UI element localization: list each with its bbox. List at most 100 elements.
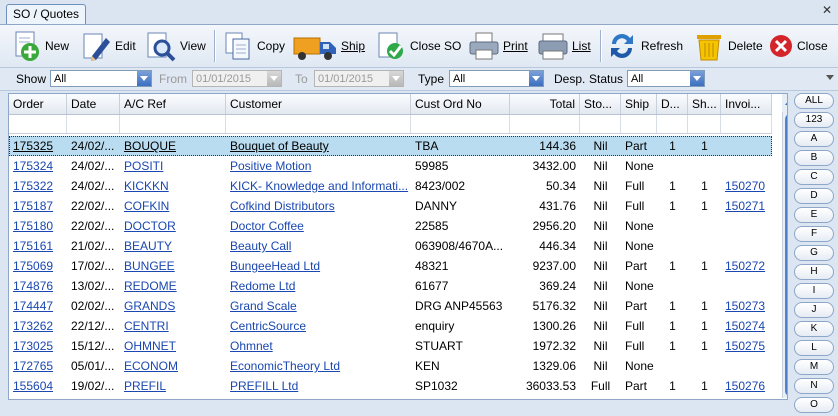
cell-order[interactable]: 175187 — [9, 196, 67, 216]
link-customer[interactable]: Cofkind Distributors — [230, 199, 335, 213]
column-header-total[interactable]: Total — [510, 94, 580, 114]
filter-cell-ship[interactable] — [621, 115, 657, 133]
link-invoice[interactable]: 150274 — [725, 319, 765, 333]
cell-order[interactable]: 172765 — [9, 356, 67, 376]
cell-ac-ref[interactable]: COFKIN — [120, 196, 226, 216]
cell-customer[interactable]: Cofkind Distributors — [226, 196, 411, 216]
column-header-order[interactable]: Order — [9, 94, 67, 114]
filter-cell-customer[interactable] — [226, 115, 411, 133]
link-customer[interactable]: KICK- Knowledge and Informati... — [230, 179, 408, 193]
link-order[interactable]: 172765 — [13, 359, 53, 373]
link-ac-ref[interactable]: GRANDS — [124, 299, 175, 313]
link-ac-ref[interactable]: POSITI — [124, 159, 163, 173]
cell-order[interactable]: 175180 — [9, 216, 67, 236]
column-header-desp[interactable]: D... — [657, 94, 688, 114]
cell-customer[interactable]: Positive Motion — [226, 156, 411, 176]
table-row[interactable]: 175161 21/02/... BEAUTY Beauty Call 063908/4… — [9, 236, 772, 256]
link-ac-ref[interactable]: DOCTOR — [124, 219, 176, 233]
alpha-index-button[interactable]: A — [794, 131, 834, 147]
cell-ac-ref[interactable]: CENTRI — [120, 316, 226, 336]
filter-cell-cust-ord-no[interactable] — [411, 115, 510, 133]
link-customer[interactable]: Grand Scale — [230, 299, 297, 313]
alpha-index-button[interactable]: L — [794, 340, 834, 356]
alpha-index-button[interactable]: K — [794, 321, 834, 337]
link-ac-ref[interactable]: ECONOM — [124, 359, 178, 373]
table-row[interactable]: 175180 22/02/... DOCTOR Doctor Coffee 22585 2… — [9, 216, 772, 236]
column-header-shipped[interactable]: Sh... — [688, 94, 721, 114]
alpha-index-button[interactable]: ALL — [794, 93, 834, 109]
cell-invoice[interactable]: 150274 — [721, 316, 772, 336]
filter-cell-ac-ref[interactable] — [120, 115, 226, 133]
table-row[interactable]: 174447 02/02/... GRANDS Grand Scale DRG ANP4… — [9, 296, 772, 316]
type-select[interactable]: All — [449, 70, 544, 87]
link-customer[interactable]: PREFILL Ltd — [230, 379, 298, 393]
grid-filter-row[interactable] — [9, 115, 772, 134]
table-row[interactable]: 174876 13/02/... REDOME Redome Ltd 61677 369.… — [9, 276, 772, 296]
delete-button[interactable]: Delete — [693, 28, 763, 64]
table-row[interactable]: 175069 17/02/... BUNGEE BungeeHead Ltd 48321… — [9, 256, 772, 276]
cell-customer[interactable]: Redome Ltd — [226, 276, 411, 296]
link-order[interactable]: 174876 — [13, 279, 53, 293]
cell-ac-ref[interactable]: KICKKN — [120, 176, 226, 196]
cell-customer[interactable]: BungeeHead Ltd — [226, 256, 411, 276]
link-customer[interactable]: CentricSource — [230, 319, 306, 333]
filter-cell-stock[interactable] — [580, 115, 621, 133]
cell-ac-ref[interactable]: POSITI — [120, 156, 226, 176]
link-order[interactable]: 173262 — [13, 319, 53, 333]
table-row[interactable]: 175322 24/02/... KICKKN KICK- Knowledge and… — [9, 176, 772, 196]
cell-order[interactable]: 174447 — [9, 296, 67, 316]
cell-customer[interactable]: PREFILL Ltd — [226, 376, 411, 396]
link-ac-ref[interactable]: OHMNET — [124, 339, 176, 353]
tab-so-quotes[interactable]: SO / Quotes — [6, 4, 87, 24]
alpha-index-button[interactable]: D — [794, 188, 834, 204]
column-header-ship[interactable]: Ship — [621, 94, 657, 114]
table-row[interactable]: 173262 22/12/... CENTRI CentricSource enquir… — [9, 316, 772, 336]
show-select[interactable]: All — [50, 70, 152, 87]
table-row[interactable]: 175324 24/02/... POSITI Positive Motion 5998… — [9, 156, 772, 176]
toolbar-overflow-icon[interactable] — [826, 75, 834, 80]
link-customer[interactable]: Bouquet of Beauty — [230, 139, 329, 153]
copy-button[interactable]: Copy — [222, 28, 285, 64]
new-button[interactable]: New — [10, 28, 69, 64]
column-header-date[interactable]: Date — [67, 94, 120, 114]
cell-order[interactable]: 175324 — [9, 156, 67, 176]
link-invoice[interactable]: 150271 — [725, 199, 765, 213]
cell-ac-ref[interactable]: PREFIL — [120, 376, 226, 396]
list-button[interactable]: List — [537, 28, 591, 64]
cell-customer[interactable]: Beauty Call — [226, 236, 411, 256]
filter-cell-invoice[interactable] — [721, 115, 772, 133]
link-order[interactable]: 175322 — [13, 179, 53, 193]
cell-order[interactable]: 173262 — [9, 316, 67, 336]
link-ac-ref[interactable]: CENTRI — [124, 319, 169, 333]
cell-customer[interactable]: Ohmnet — [226, 336, 411, 356]
link-ac-ref[interactable]: PREFIL — [124, 379, 166, 393]
refresh-button[interactable]: Refresh — [606, 28, 683, 64]
link-customer[interactable]: Positive Motion — [230, 159, 311, 173]
link-order[interactable]: 175069 — [13, 259, 53, 273]
ship-button[interactable]: Ship — [292, 28, 365, 64]
link-order[interactable]: 175325 — [13, 139, 53, 153]
link-ac-ref[interactable]: BEAUTY — [124, 239, 172, 253]
cell-customer[interactable]: Grand Scale — [226, 296, 411, 316]
link-order[interactable]: 173025 — [13, 339, 53, 353]
close-so-button[interactable]: Close SO — [375, 28, 461, 64]
cell-order[interactable]: 174876 — [9, 276, 67, 296]
view-button[interactable]: View — [145, 28, 206, 64]
cell-invoice[interactable]: 150271 — [721, 196, 772, 216]
chevron-down-icon[interactable] — [137, 71, 151, 86]
vertical-scrollbar[interactable] — [782, 112, 787, 398]
cell-invoice[interactable]: 150273 — [721, 296, 772, 316]
cell-invoice[interactable]: 150275 — [721, 336, 772, 356]
link-order[interactable]: 175324 — [13, 159, 53, 173]
cell-invoice[interactable]: 150276 — [721, 376, 772, 396]
link-ac-ref[interactable]: COFKIN — [124, 199, 169, 213]
cell-ac-ref[interactable]: ECONOM — [120, 356, 226, 376]
window-close-icon[interactable]: ✕ — [820, 3, 834, 17]
link-order[interactable]: 155604 — [13, 379, 53, 393]
cell-order[interactable]: 175069 — [9, 256, 67, 276]
cell-invoice[interactable]: 150270 — [721, 176, 772, 196]
cell-customer[interactable]: CentricSource — [226, 316, 411, 336]
cell-ac-ref[interactable]: BUNGEE — [120, 256, 226, 276]
scrollbar-thumb[interactable] — [785, 114, 787, 396]
cell-ac-ref[interactable]: OHMNET — [120, 336, 226, 356]
